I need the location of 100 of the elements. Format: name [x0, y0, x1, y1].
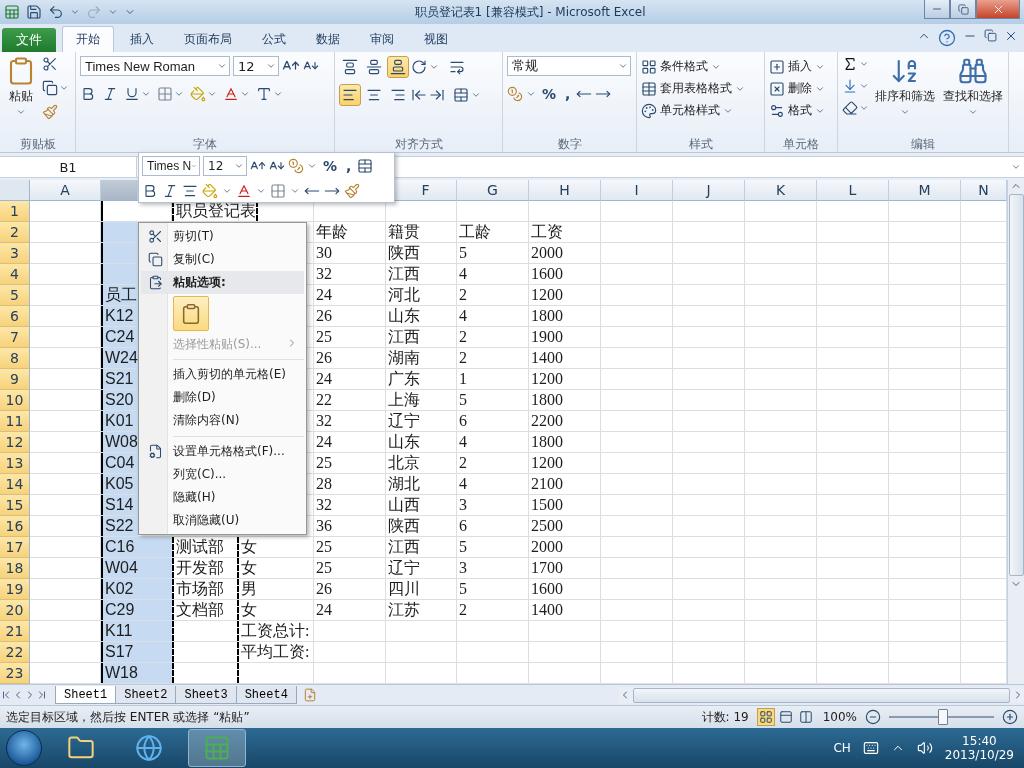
restore-icon[interactable] — [957, 3, 969, 15]
font-name-field[interactable]: Times New Roman — [80, 56, 230, 76]
row-header[interactable]: 23 — [0, 663, 30, 684]
styles-menu-button[interactable]: 套用表格格式 — [641, 78, 745, 99]
column-header[interactable]: A — [30, 180, 101, 201]
caret-icon[interactable] — [859, 103, 869, 113]
cells-menu-button[interactable]: 插入 — [769, 56, 825, 77]
copy-icon[interactable] — [42, 80, 58, 96]
sum-icon[interactable] — [842, 56, 858, 72]
caret-icon[interactable] — [174, 89, 184, 99]
language-indicator[interactable]: CH — [833, 741, 851, 755]
fill-icon[interactable] — [842, 78, 858, 94]
column-header[interactable]: K — [745, 180, 817, 201]
ribbon-tab[interactable]: 数据 — [302, 26, 354, 52]
zoom-label[interactable]: 100% — [822, 710, 857, 724]
row-header[interactable]: 13 — [0, 453, 30, 474]
comma-style-button[interactable]: , — [343, 158, 355, 175]
comma-style-button[interactable]: , — [562, 86, 574, 102]
row-header[interactable]: 5 — [0, 285, 30, 306]
caret-icon[interactable] — [859, 59, 869, 69]
close-button[interactable] — [976, 0, 1020, 19]
caret-icon[interactable] — [240, 89, 250, 99]
insert-icon[interactable] — [769, 58, 785, 75]
insert-sheet-icon[interactable] — [302, 688, 317, 702]
ribbon-tab[interactable]: 插入 — [116, 26, 168, 52]
row-header[interactable]: 6 — [0, 306, 30, 327]
sheet-tab[interactable]: Sheet4 — [235, 686, 297, 704]
ribbon-tab[interactable]: 视图 — [410, 26, 462, 52]
caret-icon[interactable] — [141, 89, 151, 99]
borders-icon[interactable] — [157, 86, 173, 102]
styles-menu-button[interactable]: 单元格样式 — [641, 100, 733, 121]
font-size-field[interactable]: 12 — [233, 56, 279, 76]
font-size-field[interactable]: 12 — [203, 156, 247, 177]
palette-icon[interactable] — [641, 102, 657, 119]
caret-icon[interactable] — [59, 83, 69, 93]
percent-style-button[interactable]: % — [539, 86, 560, 102]
row-header[interactable]: 11 — [0, 411, 30, 432]
cells-menu-button[interactable]: 格式 — [769, 100, 825, 121]
caret-icon[interactable] — [273, 89, 283, 99]
row-header[interactable]: 4 — [0, 264, 30, 285]
ribbon-tab[interactable]: 页面布局 — [170, 26, 246, 52]
column-header[interactable]: I — [601, 180, 673, 201]
row-header[interactable]: 16 — [0, 516, 30, 537]
row-header[interactable]: 21 — [0, 621, 30, 642]
help-icon[interactable] — [938, 29, 956, 47]
menu-item[interactable]: 取消隐藏(U) — [141, 508, 304, 532]
column-header[interactable]: G — [457, 180, 529, 201]
caret-icon[interactable] — [266, 61, 276, 71]
orientation-icon[interactable] — [411, 59, 427, 75]
row-header[interactable]: 17 — [0, 537, 30, 558]
caret-icon[interactable] — [70, 7, 80, 17]
menu-item[interactable]: 列宽(C)... — [141, 462, 304, 486]
caret-icon[interactable] — [900, 107, 910, 117]
italic-icon[interactable] — [162, 182, 178, 199]
table-icon[interactable] — [641, 80, 657, 97]
caret-icon[interactable] — [618, 61, 628, 71]
menu-item[interactable]: 插入剪切的单元格(E) — [141, 363, 304, 387]
bold-icon[interactable] — [80, 86, 96, 102]
italic-icon[interactable] — [102, 86, 118, 102]
scissors-icon[interactable] — [42, 56, 58, 72]
fill-color-icon[interactable] — [190, 86, 206, 102]
coins-icon[interactable] — [507, 86, 523, 102]
borders-icon[interactable] — [270, 182, 286, 199]
maximize-button[interactable] — [950, 0, 976, 19]
decrease-indent-icon[interactable] — [411, 87, 427, 103]
row-header[interactable]: 19 — [0, 579, 30, 600]
caret-icon[interactable] — [108, 7, 118, 17]
column-header[interactable]: L — [817, 180, 889, 201]
menu-item[interactable]: 剪切(T) — [141, 225, 304, 249]
caret-icon[interactable] — [16, 107, 26, 117]
merge-icon[interactable] — [357, 158, 374, 175]
font-color-icon[interactable] — [236, 182, 252, 199]
format-icon[interactable] — [769, 102, 785, 119]
restore-icon[interactable] — [984, 29, 997, 42]
clipboard-icon[interactable] — [180, 302, 202, 325]
caret-icon[interactable] — [429, 62, 439, 72]
row-header[interactable]: 7 — [0, 327, 30, 348]
eraser-icon[interactable] — [842, 100, 858, 116]
cells-menu-button[interactable]: 删除 — [769, 78, 825, 99]
volume-icon[interactable] — [916, 740, 933, 756]
fill-color-icon[interactable] — [202, 182, 218, 199]
font-color-icon[interactable] — [223, 86, 239, 102]
row-header[interactable]: 14 — [0, 474, 30, 495]
row-header[interactable]: 10 — [0, 390, 30, 411]
merge-icon[interactable] — [453, 87, 469, 103]
menu-item[interactable]: 隐藏(H) — [141, 485, 304, 509]
row-header[interactable]: 2 — [0, 222, 30, 243]
column-header[interactable]: M — [889, 180, 961, 201]
number-format-field[interactable]: 常规 — [507, 56, 631, 76]
column-header[interactable]: H — [529, 180, 601, 201]
menu-item[interactable]: 设置单元格格式(F)... — [141, 439, 304, 463]
underline-icon[interactable] — [124, 86, 140, 102]
first-sheet-icon[interactable] — [0, 689, 12, 701]
row-header[interactable]: 1 — [0, 201, 30, 222]
editing-button[interactable]: 查找和选择 — [941, 56, 1005, 136]
format-painter-icon[interactable] — [344, 182, 360, 199]
caret-icon[interactable] — [526, 89, 536, 99]
menu-item[interactable]: 清除内容(N) — [141, 409, 304, 433]
row-header[interactable]: 9 — [0, 369, 30, 390]
undo-icon[interactable] — [48, 4, 64, 20]
